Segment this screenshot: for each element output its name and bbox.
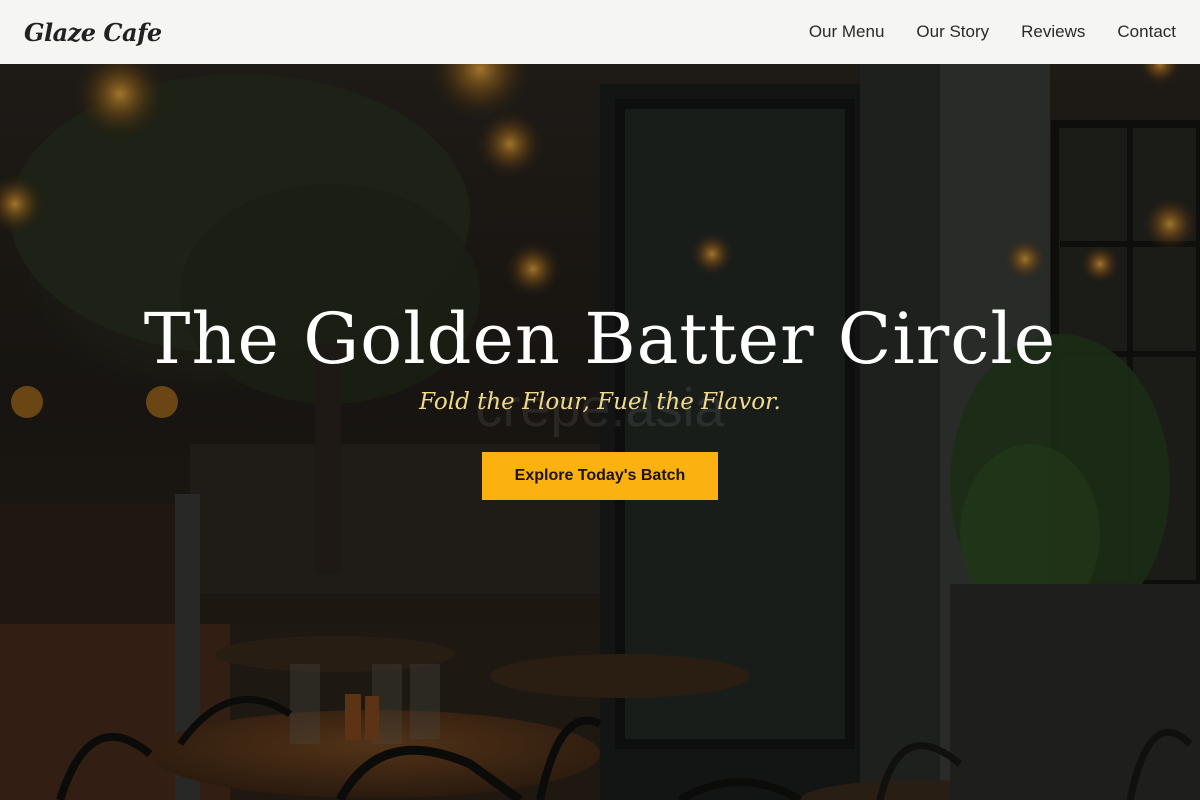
main-nav: Our Menu Our Story Reviews Contact bbox=[809, 22, 1176, 42]
nav-item-our-story[interactable]: Our Story bbox=[916, 22, 989, 42]
nav-item-our-menu[interactable]: Our Menu bbox=[809, 22, 885, 42]
brand-logo[interactable]: Glaze Cafe bbox=[24, 18, 162, 47]
nav-item-reviews[interactable]: Reviews bbox=[1021, 22, 1085, 42]
explore-batch-button[interactable]: Explore Today's Batch bbox=[482, 452, 718, 500]
site-header: Glaze Cafe Our Menu Our Story Reviews Co… bbox=[0, 0, 1200, 64]
hero-content: The Golden Batter Circle Fold the Flour,… bbox=[0, 64, 1200, 800]
hero-subtitle: Fold the Flour, Fuel the Flavor. bbox=[419, 389, 781, 415]
nav-item-contact[interactable]: Contact bbox=[1117, 22, 1176, 42]
hero-title: The Golden Batter Circle bbox=[143, 298, 1057, 380]
